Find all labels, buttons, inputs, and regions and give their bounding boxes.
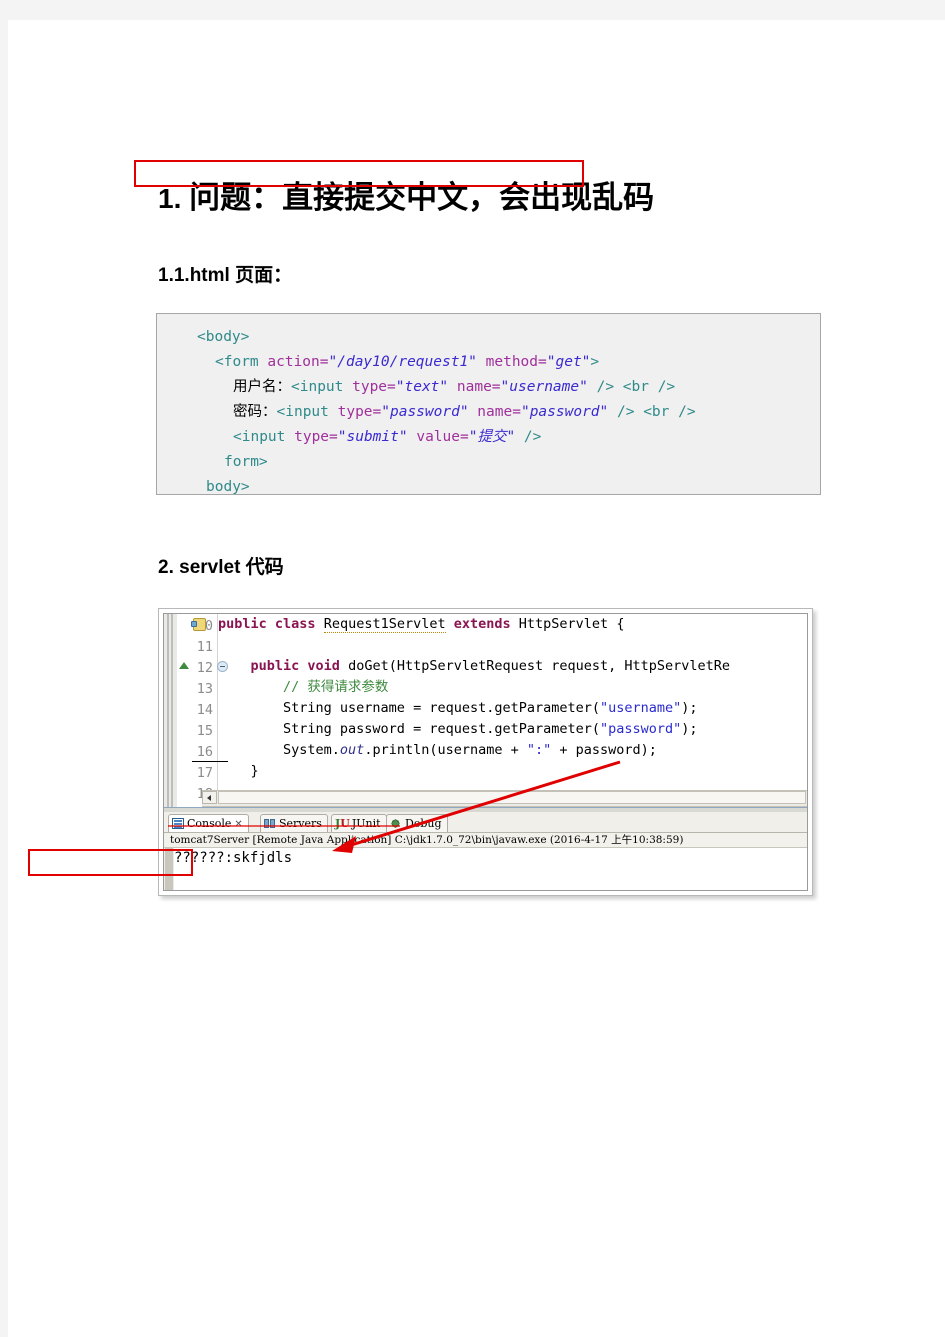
annotation-ruler[interactable]	[164, 614, 178, 810]
line-number: 16	[196, 744, 213, 760]
scroll-thumb[interactable]	[218, 791, 806, 804]
html-code-line: <body>	[197, 329, 250, 345]
java-code-line: public class Request1Servlet extends Htt…	[218, 616, 625, 633]
line-number: 17	[196, 765, 213, 781]
console-launch-header: tomcat7Server [Remote Java Application] …	[164, 833, 807, 848]
eclipse-screenshot: 101112131415161718 public class Request1…	[158, 608, 813, 896]
java-code-line: String username = request.getParameter("…	[218, 700, 698, 716]
java-code-line	[218, 635, 807, 656]
console-icon	[172, 818, 184, 829]
java-code-line: String password = request.getParameter("…	[218, 721, 698, 737]
page-title: 1. 问题：直接提交中文，会出现乱码	[158, 172, 654, 217]
tab-debug-label: Debug	[405, 817, 442, 830]
heading1-text: 问题：直接提交中文，会出现乱码	[189, 180, 655, 215]
ruler-bar-right	[171, 614, 173, 810]
html-code-line: form>	[224, 454, 268, 470]
close-icon[interactable]: ✕	[234, 819, 242, 830]
eclipse-inner-frame: 101112131415161718 public class Request1…	[163, 613, 808, 891]
html-code-line: <form action="/day10/request1" method="g…	[215, 354, 600, 370]
line-number: 11	[196, 639, 213, 655]
tab-console[interactable]: Console ✕	[168, 814, 249, 832]
console-vertical-scrollbar[interactable]	[164, 848, 174, 890]
java-code-line: }	[218, 763, 259, 779]
java-code-line: public void doGet(HttpServletRequest req…	[250, 658, 731, 674]
code-editor[interactable]: 101112131415161718 public class Request1…	[164, 614, 807, 810]
tab-servers[interactable]: Servers	[260, 814, 328, 832]
line-number-gutter[interactable]: 101112131415161718	[177, 614, 228, 810]
scroll-left-button[interactable]	[202, 791, 217, 804]
servers-icon	[264, 818, 276, 829]
html-code-line: 密码：<input type="password" name="password…	[233, 404, 696, 420]
java-code-line: System.out.println(username + ":" + pass…	[218, 742, 657, 758]
editor-horizontal-scrollbar[interactable]	[202, 790, 807, 807]
line-number: 14	[196, 702, 213, 718]
html-code-line: body>	[206, 479, 250, 495]
tab-junit[interactable]: JU JUnit	[331, 814, 387, 832]
line-number: 13	[196, 681, 213, 697]
line-number: 15	[196, 723, 213, 739]
console-tab-bar: Console ✕ Servers JU JUnit Debug	[164, 812, 807, 833]
console-output-text: ??????:skfjdls	[174, 850, 293, 866]
document-page: 1. 问题：直接提交中文，会出现乱码 1.1.html 页面： <body> <f…	[8, 20, 945, 1337]
debug-icon	[390, 818, 402, 829]
html-code-block: <body> <form action="/day10/request1" met…	[156, 313, 821, 495]
tab-junit-label: JUnit	[351, 817, 381, 830]
console-scroll-thumb[interactable]	[165, 848, 173, 890]
console-view: Console ✕ Servers JU JUnit Debug tomcat7Se…	[164, 812, 807, 890]
html-code-lines: <body> <form action="/day10/request1" met…	[157, 325, 820, 495]
html-code-line: 用户名：<input type="text" name="username" /…	[233, 379, 676, 395]
tab-servers-label: Servers	[279, 817, 322, 830]
warning-marker-icon[interactable]	[191, 618, 206, 631]
line-number: 12	[196, 660, 213, 676]
heading1-number: 1.	[158, 183, 182, 214]
tab-debug[interactable]: Debug	[386, 814, 448, 832]
section-heading-servlet: 2. servlet 代码	[158, 557, 284, 578]
section-heading-html: 1.1.html 页面：	[158, 265, 293, 286]
java-source-code[interactable]: public class Request1Servlet extends Htt…	[218, 614, 807, 810]
junit-icon: JU	[335, 817, 350, 830]
html-code-line: <input type="submit" value="提交" />	[233, 429, 542, 445]
overview-triangle-icon	[179, 662, 189, 669]
ruler-bar-left	[167, 614, 169, 810]
tab-console-label: Console	[187, 817, 232, 830]
java-code-line: // 获得请求参数	[283, 679, 389, 695]
